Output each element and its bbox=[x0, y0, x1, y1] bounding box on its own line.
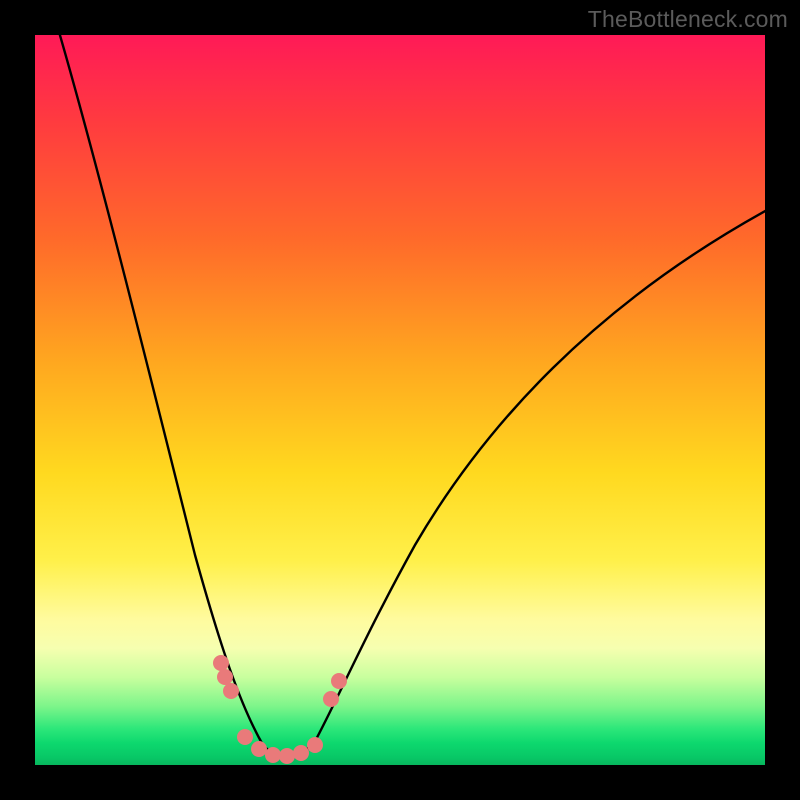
dot-right-1 bbox=[323, 691, 339, 707]
dot-floor-3 bbox=[265, 747, 281, 763]
dot-left-2 bbox=[217, 669, 233, 685]
watermark-text: TheBottleneck.com bbox=[588, 6, 788, 33]
dot-floor-5 bbox=[293, 745, 309, 761]
dot-floor-2 bbox=[251, 741, 267, 757]
dot-left-3 bbox=[223, 683, 239, 699]
dot-right-2 bbox=[331, 673, 347, 689]
plot-area bbox=[35, 35, 765, 765]
dot-left-1 bbox=[213, 655, 229, 671]
curve-right-branch bbox=[313, 210, 765, 745]
dot-cluster bbox=[213, 655, 347, 764]
chart-frame: TheBottleneck.com bbox=[0, 0, 800, 800]
curve-left-branch bbox=[57, 35, 263, 745]
dot-floor-4 bbox=[279, 748, 295, 764]
dot-floor-1 bbox=[237, 729, 253, 745]
curve-layer bbox=[35, 35, 765, 765]
dot-floor-6 bbox=[307, 737, 323, 753]
